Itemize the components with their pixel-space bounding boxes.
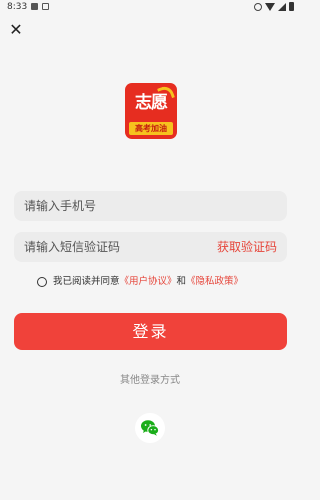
wechat-login-button[interactable] xyxy=(135,413,165,443)
logo-main-text: 志愿 xyxy=(135,93,168,113)
close-button[interactable]: ✕ xyxy=(8,22,24,38)
signal-icon xyxy=(278,2,286,11)
user-agreement-link[interactable]: 《用户协议》 xyxy=(120,274,177,290)
agreement-row: 我已阅读并同意 《用户协议》 和 《隐私政策》 xyxy=(37,274,243,290)
wifi-icon xyxy=(265,2,275,11)
agreement-and: 和 xyxy=(176,276,187,287)
agree-checkbox[interactable] xyxy=(37,277,47,287)
dnd-icon xyxy=(254,2,262,11)
login-button[interactable]: 登录 xyxy=(14,313,287,350)
system-icons xyxy=(254,2,294,11)
close-icon: ✕ xyxy=(9,20,23,39)
status-time: 8:33 xyxy=(7,2,28,12)
agreement-prefix: 我已阅读并同意 xyxy=(53,276,120,287)
phone-field xyxy=(14,191,287,221)
text-notification-icon xyxy=(42,3,49,10)
app-logo: 志愿 高考加油 xyxy=(125,83,177,139)
code-field: 获取验证码 xyxy=(14,232,287,262)
notification-icons xyxy=(31,3,49,10)
status-bar: 8:33 xyxy=(0,0,300,16)
sms-code-input[interactable] xyxy=(24,232,204,262)
wechat-icon xyxy=(141,420,160,436)
battery-icon xyxy=(289,2,294,11)
phone-input[interactable] xyxy=(24,191,204,221)
privacy-policy-link[interactable]: 《隐私政策》 xyxy=(186,274,243,290)
image-notification-icon xyxy=(31,3,38,10)
logo-sub-text: 高考加油 xyxy=(129,122,173,135)
other-login-methods-label: 其他登录方式 xyxy=(120,375,180,386)
get-code-button[interactable]: 获取验证码 xyxy=(217,232,277,262)
